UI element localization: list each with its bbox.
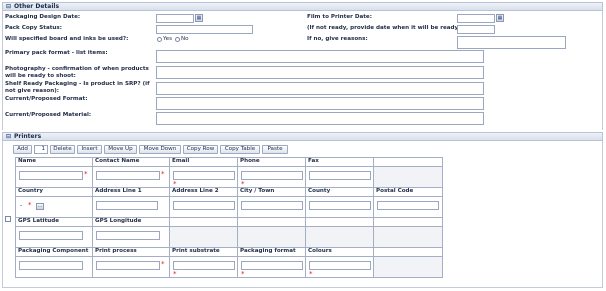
required-icon: *: [241, 270, 245, 278]
other-details-title: Other Details: [14, 3, 60, 10]
column-header-gps-longitude: GPS Longitude: [95, 218, 142, 224]
column-header-address-line-1: Address Line 1: [95, 188, 142, 194]
email-input[interactable]: [173, 171, 235, 180]
primary-pack-format-label: Primary pack format - list items:: [5, 50, 108, 56]
current-material-label: Current/Proposed Material:: [5, 112, 92, 118]
printers-table: Name Contact Name Email Phone Fax * * * …: [15, 157, 443, 278]
column-header-email: Email: [172, 158, 190, 164]
column-header-print-substrate: Print substrate: [172, 248, 220, 254]
packaging-component-input[interactable]: [19, 261, 83, 270]
collapse-icon[interactable]: ⊟: [6, 133, 11, 140]
move-up-button[interactable]: Move Up: [104, 145, 137, 154]
column-header-postal-code: Postal Code: [376, 188, 414, 194]
delete-button[interactable]: Delete: [50, 145, 75, 154]
required-icon: *: [161, 260, 165, 268]
calendar-icon[interactable]: ▦: [496, 14, 504, 22]
row-select-checkbox[interactable]: [5, 216, 11, 222]
column-header-print-process: Print process: [95, 248, 137, 254]
gps-longitude-input[interactable]: [96, 231, 160, 240]
insert-button[interactable]: Insert: [77, 145, 102, 154]
packaging-design-date-input[interactable]: [156, 14, 194, 23]
ready-date-input[interactable]: [457, 25, 495, 34]
film-to-printer-date-label: Film to Printer Date:: [307, 14, 372, 20]
paste-button[interactable]: Paste: [262, 145, 288, 154]
pack-copy-status-label: Pack Copy Status:: [5, 25, 62, 31]
colours-input[interactable]: [309, 261, 371, 270]
current-format-label: Current/Proposed Format:: [5, 96, 88, 102]
column-header-county: County: [308, 188, 331, 194]
column-header-phone: Phone: [240, 158, 260, 164]
name-input[interactable]: [19, 171, 83, 180]
add-count-input[interactable]: 1: [34, 145, 48, 154]
column-header-city-town: City / Town: [240, 188, 275, 194]
required-icon: *: [84, 170, 88, 178]
address-line-2-input[interactable]: [173, 201, 235, 210]
gps-latitude-input[interactable]: [19, 231, 83, 240]
column-header-address-line-2: Address Line 2: [172, 188, 219, 194]
print-process-input[interactable]: [96, 261, 160, 270]
column-header-fax: Fax: [308, 158, 319, 164]
reasons-input[interactable]: [457, 36, 566, 49]
required-icon: *: [28, 201, 32, 209]
required-icon: *: [309, 270, 313, 278]
lookup-button[interactable]: ...: [36, 203, 44, 210]
current-material-input[interactable]: [156, 112, 484, 125]
phone-input[interactable]: [241, 171, 303, 180]
fax-input[interactable]: [309, 171, 371, 180]
printers-title: Printers: [14, 133, 42, 140]
yes-radio[interactable]: [157, 37, 162, 42]
copy-row-button[interactable]: Copy Row: [183, 145, 218, 154]
film-to-printer-date-input[interactable]: [457, 14, 495, 23]
contact-name-input[interactable]: [96, 171, 160, 180]
column-header-packaging-component: Packaging Component: [18, 248, 89, 254]
shelf-ready-input[interactable]: [156, 82, 484, 95]
required-icon: *: [241, 180, 245, 188]
primary-pack-format-input[interactable]: [156, 50, 484, 63]
column-header-gps-latitude: GPS Latitude: [18, 218, 60, 224]
pack-copy-status-input[interactable]: [156, 25, 253, 34]
required-icon: *: [161, 170, 165, 178]
board-inks-label: Will specified board and inks be used?:: [5, 36, 129, 42]
required-icon: *: [173, 270, 177, 278]
required-icon: *: [173, 180, 177, 188]
add-button[interactable]: Add: [13, 145, 32, 154]
if-not-ready-label: (If not ready, provide date when it will…: [307, 25, 461, 31]
county-input[interactable]: [309, 201, 371, 210]
country-value: -: [20, 202, 23, 209]
postal-code-input[interactable]: [377, 201, 439, 210]
photography-label: Photography - confirmation of when produ…: [5, 66, 149, 79]
move-down-button[interactable]: Move Down: [139, 145, 181, 154]
packaging-design-date-label: Packaging Design Date:: [5, 14, 81, 20]
column-header-country: Country: [18, 188, 43, 194]
calendar-icon[interactable]: ▦: [195, 14, 203, 22]
column-header-contact-name: Contact Name: [95, 158, 140, 164]
print-substrate-input[interactable]: [173, 261, 235, 270]
address-line-1-input[interactable]: [96, 201, 158, 210]
yes-radio-label: Yes: [163, 36, 173, 42]
city-town-input[interactable]: [241, 201, 303, 210]
photography-input[interactable]: [156, 66, 484, 79]
column-header-colours: Colours: [308, 248, 332, 254]
shelf-ready-label: Shelf Ready Packaging - Is product in SR…: [5, 81, 150, 94]
collapse-icon[interactable]: ⊟: [6, 3, 11, 10]
column-header-packaging-format: Packaging format: [240, 248, 296, 254]
printers-header[interactable]: ⊟ Printers: [2, 132, 603, 141]
column-header-name: Name: [18, 158, 37, 164]
copy-table-button[interactable]: Copy Table: [220, 145, 260, 154]
packaging-format-input[interactable]: [241, 261, 303, 270]
no-radio[interactable]: [175, 37, 180, 42]
if-no-reasons-label: If no, give reasons:: [307, 36, 368, 42]
no-radio-label: No: [181, 36, 189, 42]
current-format-input[interactable]: [156, 97, 484, 110]
